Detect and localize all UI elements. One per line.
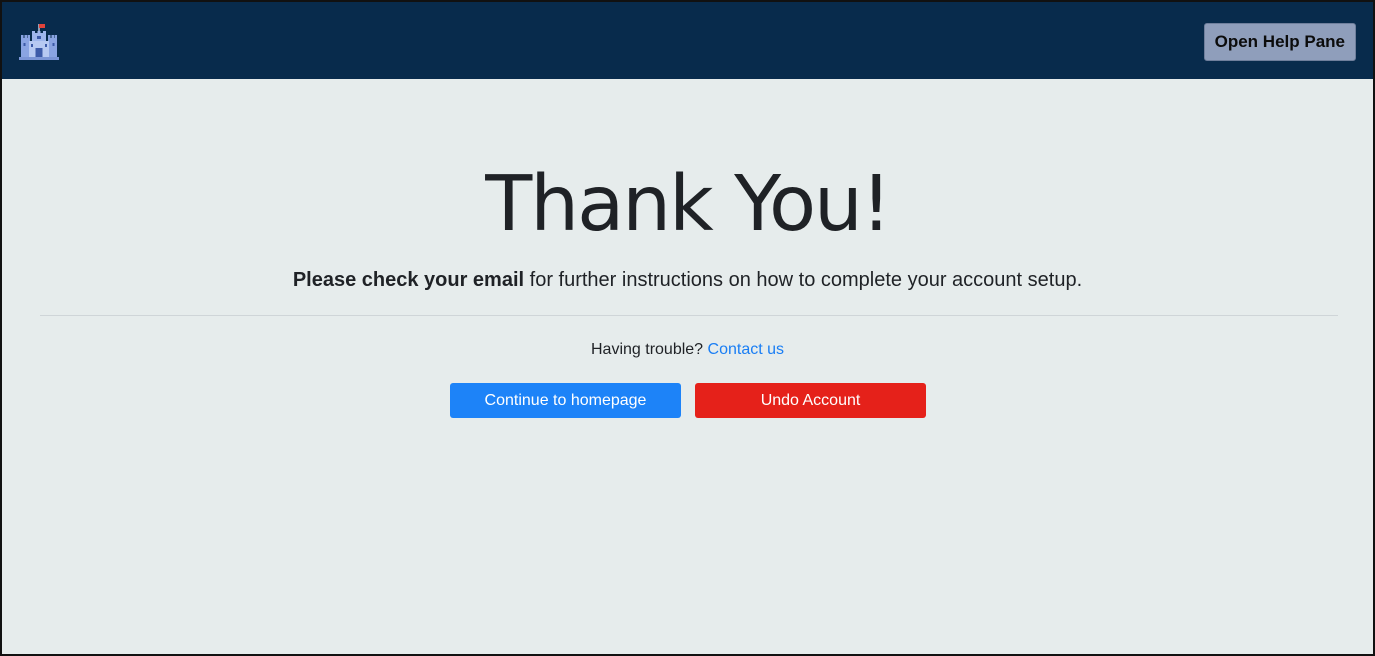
top-navbar: Open Help Pane xyxy=(2,2,1373,79)
castle-icon[interactable] xyxy=(18,22,60,62)
help-text: Having trouble? Contact us xyxy=(2,339,1373,361)
main-content: Thank You! Please check your email for f… xyxy=(2,79,1373,654)
instructions-rest: for further instructions on how to compl… xyxy=(524,269,1083,291)
trouble-label: Having trouble? xyxy=(591,341,708,358)
continue-to-homepage-button[interactable]: Continue to homepage xyxy=(450,383,681,418)
undo-account-button[interactable]: Undo Account xyxy=(695,383,926,418)
page-title: Thank You! xyxy=(485,160,891,249)
instructions-text: Please check your email for further inst… xyxy=(2,266,1373,294)
browser-viewport: Open Help Pane Thank You! Please check y… xyxy=(0,0,1375,656)
open-help-pane-button[interactable]: Open Help Pane xyxy=(1203,23,1356,61)
instructions-emphasis: Please check your email xyxy=(292,269,525,291)
contact-us-link[interactable]: Contact us xyxy=(708,341,784,358)
divider xyxy=(40,315,1338,316)
